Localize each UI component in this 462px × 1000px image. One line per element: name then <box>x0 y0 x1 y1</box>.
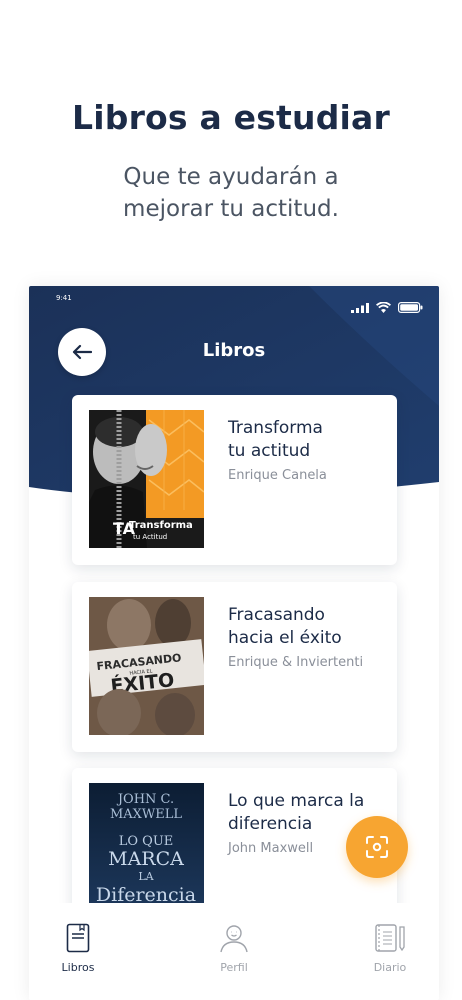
book-cover-fracasando: FRACASANDO HACIA EL ÉXITO <box>89 597 204 735</box>
tab-libros-label: Libros <box>61 961 95 974</box>
cover-author-1: JOHN C. <box>116 792 174 807</box>
promo-subline-line1: Que te ayudarán a <box>123 164 339 190</box>
status-icons <box>351 302 423 313</box>
battery-icon <box>398 302 423 313</box>
book-title: Transforma tu actitud <box>228 417 388 463</box>
tab-perfil-label: Perfil <box>220 961 248 974</box>
book-card-fracasando[interactable]: FRACASANDO HACIA EL ÉXITO Fracasando hac… <box>72 582 397 752</box>
svg-text:TA: TA <box>113 519 136 538</box>
cover-title-1: LO QUE <box>119 834 174 849</box>
user-icon <box>220 925 248 953</box>
book-title-line1: Lo que marca la <box>228 791 365 811</box>
book-card-transforma[interactable]: Transforma tu Actitud TA Transforma tu a… <box>72 395 397 565</box>
signal-icon <box>351 302 369 313</box>
tab-diario-label: Diario <box>373 961 407 974</box>
notebook-icon <box>66 923 90 953</box>
tab-libros[interactable]: Libros <box>33 923 123 974</box>
cover-author-2: MAXWELL <box>110 807 182 822</box>
book-cover-transforma: Transforma tu Actitud TA <box>89 410 204 548</box>
tab-perfil[interactable]: Perfil <box>189 923 279 974</box>
scan-icon <box>366 836 388 858</box>
promo-headline: Libros a estudiar <box>72 98 390 137</box>
cover-brand-text: Transforma <box>129 520 193 531</box>
book-title-line2: tu actitud <box>228 441 311 461</box>
book-author: Enrique Canela <box>228 468 327 483</box>
tab-diario[interactable]: Diario <box>345 923 435 974</box>
bottom-tab-bar: Libros Perfil Diario <box>29 903 439 1000</box>
cover-brand-text-2: tu Actitud <box>133 533 167 541</box>
promo-subline: Que te ayudarán a mejorar tu actitud. <box>0 161 462 225</box>
status-time: 9:41 <box>56 294 72 302</box>
journal-icon <box>375 924 405 952</box>
book-title-line1: Transforma <box>228 418 323 438</box>
book-title: Fracasando hacia el éxito <box>228 604 388 650</box>
promo-subline-line2: mejorar tu actitud. <box>123 196 339 222</box>
book-title-line1: Fracasando <box>228 605 325 625</box>
book-title-line2: hacia el éxito <box>228 628 342 648</box>
scan-button[interactable] <box>346 816 408 878</box>
phone-screen: 9:41 Libros Transforma tu Actitud TA Tra… <box>29 286 439 1000</box>
cover-title-3: LA <box>138 870 154 883</box>
book-author: Enrique & Inviertenti <box>228 655 364 670</box>
cover-title-2: MARCA <box>108 848 184 870</box>
book-cover-lo-que-marca: JOHN C. MAXWELL LO QUE MARCA LA Diferenc… <box>89 783 204 921</box>
wifi-icon <box>376 302 391 313</box>
nav-title: Libros <box>202 340 266 361</box>
